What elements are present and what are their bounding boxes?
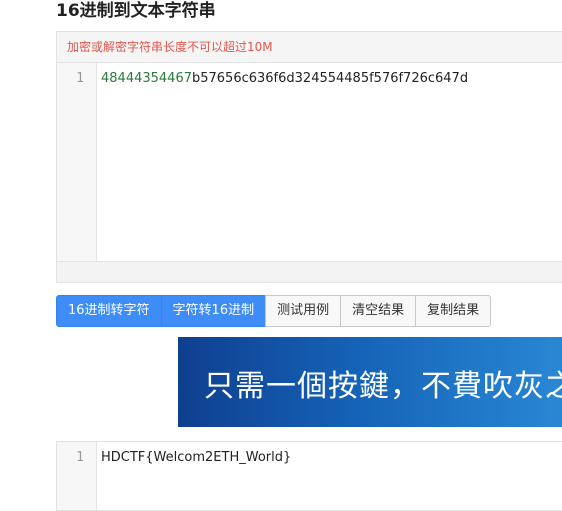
input-editor[interactable]: 1 48444354467b57656c636f6d324554485f576f… — [57, 63, 562, 263]
clear-result-button[interactable]: 清空结果 — [340, 295, 417, 327]
horizontal-scrollbar[interactable] — [57, 261, 562, 282]
hex-text-token: b57656c636f6d324554485f576f726c647d — [191, 71, 469, 86]
hex-to-string-button[interactable]: 16进制转字符 — [56, 295, 162, 327]
output-editor[interactable]: 1 HDCTF{Welcom2ETH_World} — [56, 441, 562, 511]
input-panel: 加密或解密字符串长度不可以超过10M 1 48444354467b57656c6… — [56, 31, 562, 283]
copy-result-button[interactable]: 复制结果 — [415, 295, 492, 327]
ad-banner[interactable]: 只需一個按鍵，不費吹灰之力 — [178, 337, 562, 427]
test-case-button[interactable]: 测试用例 — [265, 295, 342, 327]
line-number: 1 — [57, 63, 97, 263]
output-code[interactable]: HDCTF{Welcom2ETH_World} — [97, 442, 562, 510]
banner-text: 只需一個按鍵，不費吹灰之力 — [204, 369, 562, 404]
output-line-number: 1 — [57, 442, 97, 510]
length-warning: 加密或解密字符串长度不可以超过10M — [57, 32, 562, 63]
hex-number-token: 48444354467 — [101, 71, 192, 86]
string-to-hex-button[interactable]: 字符转16进制 — [160, 295, 267, 327]
input-code[interactable]: 48444354467b57656c636f6d324554485f576f72… — [97, 63, 562, 263]
action-button-group: 16进制转字符 字符转16进制 测试用例 清空结果 复制结果 — [56, 295, 492, 327]
page-title: 16进制到文本字符串 — [56, 1, 216, 21]
